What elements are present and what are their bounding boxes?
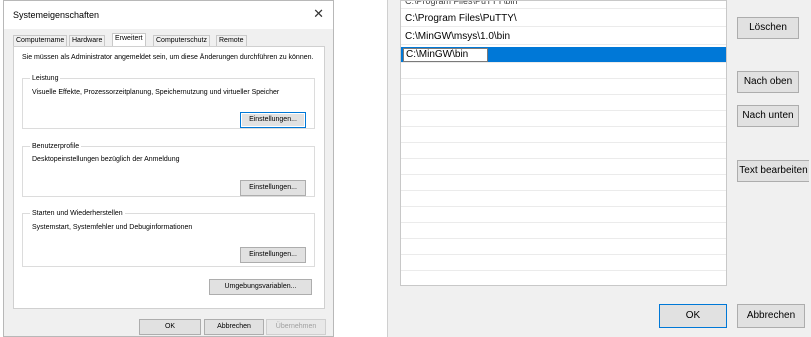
list-item-clipped: C:\Program Files\PuTTY\bin: [401, 1, 726, 9]
list-item-selected[interactable]: C:\MinGW\bin: [401, 47, 726, 63]
performance-settings-button[interactable]: Einstellungen...: [240, 112, 306, 128]
empty-row: [401, 159, 726, 175]
group-description: Visuelle Effekte, Prozessorzeitplanung, …: [32, 89, 280, 96]
empty-row: [401, 79, 726, 95]
empty-row: [401, 239, 726, 255]
system-properties-dialog: Systemeigenschaften ✕ Computername Hardw…: [3, 0, 334, 337]
empty-row: [401, 63, 726, 79]
edit-text-button[interactable]: Text bearbeiten: [737, 160, 809, 182]
empty-row: [401, 191, 726, 207]
move-down-button[interactable]: Nach unten: [737, 105, 799, 127]
empty-row: [401, 271, 726, 285]
empty-row: [401, 127, 726, 143]
empty-row: [401, 207, 726, 223]
ok-button[interactable]: OK: [659, 304, 727, 328]
path-list[interactable]: C:\Program Files\PuTTY\bin C:\Program Fi…: [400, 0, 727, 286]
path-edit-field[interactable]: C:\MinGW\bin: [403, 48, 488, 62]
delete-button[interactable]: Löschen: [737, 17, 799, 39]
tab-remote[interactable]: Remote: [216, 35, 247, 46]
performance-group: Leistung Visuelle Effekte, Prozessorzeit…: [22, 74, 315, 129]
empty-row: [401, 143, 726, 159]
empty-row: [401, 95, 726, 111]
apply-button[interactable]: Übernehmen: [266, 319, 326, 335]
list-item[interactable]: C:\Program Files\PuTTY\: [401, 11, 726, 27]
move-up-button[interactable]: Nach oben: [737, 71, 799, 93]
title-bar: Systemeigenschaften ✕: [4, 1, 333, 29]
group-title: Benutzerprofile: [30, 142, 82, 151]
ok-button[interactable]: OK: [139, 319, 201, 335]
group-description: Systemstart, Systemfehler und Debuginfor…: [32, 224, 193, 231]
tab-computername[interactable]: Computername: [13, 35, 68, 46]
user-profiles-settings-button[interactable]: Einstellungen...: [240, 180, 306, 196]
environment-variables-button[interactable]: Umgebungsvariablen...: [209, 279, 312, 295]
edit-path-dialog: C:\Program Files\PuTTY\bin C:\Program Fi…: [387, 0, 811, 337]
dialog-title: Systemeigenschaften: [13, 10, 100, 20]
close-icon[interactable]: ✕: [313, 6, 324, 22]
admin-note: Sie müssen als Administrator angemeldet …: [22, 54, 314, 61]
tab-erweitert[interactable]: Erweitert: [112, 33, 146, 46]
empty-row: [401, 255, 726, 271]
user-profiles-group: Benutzerprofile Desktopeinstellungen bez…: [22, 142, 315, 197]
tab-hardware[interactable]: Hardware: [69, 35, 106, 46]
empty-row: [401, 111, 726, 127]
startup-recovery-settings-button[interactable]: Einstellungen...: [240, 247, 306, 263]
cancel-button[interactable]: Abbrechen: [204, 319, 264, 335]
tab-computerschutz[interactable]: Computerschutz: [153, 35, 210, 46]
group-title: Starten und Wiederherstellen: [30, 209, 125, 218]
group-description: Desktopeinstellungen bezüglich der Anmel…: [32, 156, 180, 163]
empty-row: [401, 175, 726, 191]
startup-recovery-group: Starten und Wiederherstellen Systemstart…: [22, 209, 315, 267]
list-item[interactable]: C:\MinGW\msys\1.0\bin: [401, 29, 726, 45]
empty-row: [401, 223, 726, 239]
cancel-button[interactable]: Abbrechen: [737, 304, 805, 328]
group-title: Leistung: [30, 74, 61, 83]
